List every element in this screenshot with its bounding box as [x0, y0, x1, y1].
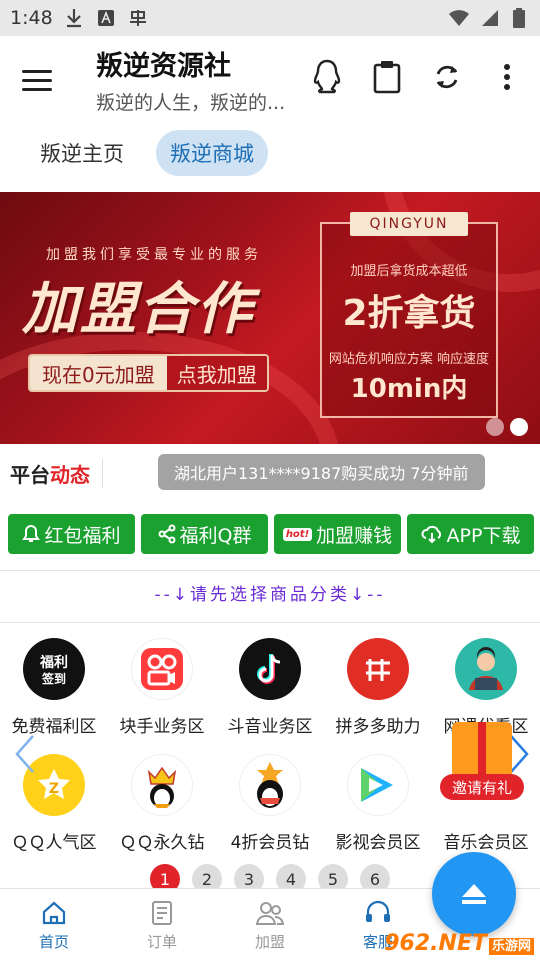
- app-subtitle: 叛逆的人生，叛逆的...: [96, 92, 286, 114]
- share-icon: [158, 524, 176, 544]
- video-vip-icon: [347, 754, 409, 816]
- more-vertical-icon[interactable]: [486, 56, 528, 98]
- qq-vip-icon: [239, 754, 301, 816]
- app-title: 叛逆资源社: [96, 51, 231, 82]
- svg-text:福利: 福利: [39, 654, 68, 671]
- banner-box-line2: 2折拿货: [342, 293, 476, 334]
- invite-label: 邀请有礼: [440, 774, 524, 800]
- banner-offer-box: QINGYUN 加盟后拿货成本超低 2折拿货 网站危机响应方案 响应速度 10m…: [320, 212, 498, 418]
- banner-dot-active[interactable]: [510, 418, 528, 436]
- banner-box-line3: 网站危机响应方案 响应速度: [328, 352, 490, 367]
- category-douyin[interactable]: 斗音业务区: [216, 632, 324, 748]
- clipboard-icon[interactable]: [366, 56, 408, 98]
- promo-banner[interactable]: 加盟我们享受最专业的服务 加盟合作 现在0元加盟 点我加盟 QINGYUN 加盟…: [0, 192, 540, 444]
- divider: [0, 570, 540, 571]
- nav-join[interactable]: 加盟: [216, 889, 324, 960]
- banner-join-button[interactable]: 现在0元加盟 点我加盟: [28, 354, 269, 392]
- banner-cta-right: 点我加盟: [166, 356, 267, 390]
- category-pinduoduo[interactable]: 拼多多助力: [324, 632, 432, 748]
- tab-mall[interactable]: 叛逆商城: [156, 130, 268, 176]
- battery-icon: [508, 7, 530, 29]
- join-earn-button[interactable]: hot! 加盟赚钱: [274, 514, 401, 554]
- category-tip: --↓请先选择商品分类↓--: [154, 585, 386, 605]
- pinduoduo-icon: [347, 638, 409, 700]
- platform-news: 平台动态 湖北用户131****9187购买成功 7分钟前: [0, 448, 540, 498]
- category-video-vip[interactable]: 影视会员区: [324, 748, 432, 864]
- orders-icon: [147, 899, 177, 927]
- category-vip-discount[interactable]: 4折会员钻: [216, 748, 324, 864]
- banner-cta-left: 现在0元加盟: [30, 356, 167, 390]
- app-download-button[interactable]: APP下载: [407, 514, 534, 554]
- signal-icon: [478, 7, 500, 29]
- status-time: 1:48: [10, 7, 53, 29]
- hot-badge: hot!: [282, 527, 313, 541]
- red-packet-button[interactable]: 红包福利: [8, 514, 135, 554]
- category-qq-diamond[interactable]: ＱＱ永久钻: [108, 748, 216, 864]
- eject-icon: [462, 884, 486, 904]
- refresh-icon[interactable]: [426, 56, 468, 98]
- category-free-welfare[interactable]: 福利 签到 免费福利区: [0, 632, 108, 748]
- status-bar: 1:48: [0, 0, 540, 36]
- grid-prev-arrow[interactable]: [14, 734, 36, 784]
- banner-box-line4: 10min内: [350, 374, 468, 404]
- qq-diamond-icon: [131, 754, 193, 816]
- qq-icon[interactable]: [306, 56, 348, 98]
- svg-text:Z: Z: [49, 781, 59, 797]
- news-label: 平台动态: [0, 458, 103, 488]
- nav-orders[interactable]: 订单: [108, 889, 216, 960]
- users-icon: [255, 899, 285, 927]
- tab-bar: 叛逆主页 叛逆商城: [26, 130, 268, 176]
- quick-links: 红包福利 福利Q群 hot! 加盟赚钱 APP下载: [8, 514, 534, 554]
- banner-headline: 加盟合作: [22, 277, 254, 342]
- news-message[interactable]: 湖北用户131****9187购买成功 7分钟前: [158, 454, 485, 490]
- banner-box-line1: 加盟后拿货成本超低: [350, 264, 468, 279]
- banner-pager: [486, 418, 528, 436]
- category-kuaishou[interactable]: 块手业务区: [108, 632, 216, 748]
- invite-gift-button[interactable]: 邀请有礼: [440, 722, 524, 806]
- scroll-top-button[interactable]: [432, 852, 516, 936]
- banner-dot[interactable]: [486, 418, 504, 436]
- divider: [0, 622, 540, 623]
- headset-icon: [363, 899, 393, 927]
- svg-text:签到: 签到: [41, 671, 66, 686]
- tab-home[interactable]: 叛逆主页: [26, 130, 138, 176]
- banner-box-tag: QINGYUN: [350, 212, 468, 236]
- site-watermark: 962.NET 乐游网: [384, 931, 534, 956]
- download-icon: [63, 7, 85, 29]
- menu-icon[interactable]: [22, 62, 58, 98]
- banner-service-line: 加盟我们享受最专业的服务: [46, 247, 262, 263]
- notification-a-icon: [95, 7, 117, 29]
- app-bar: 叛逆资源社 叛逆的人生，叛逆的...: [0, 36, 540, 124]
- online-course-icon: [455, 638, 517, 700]
- douyin-icon: [239, 638, 301, 700]
- bell-icon: [22, 524, 41, 542]
- cloud-download-icon: [421, 525, 441, 544]
- gift-icon: [452, 722, 512, 778]
- welfare-group-button[interactable]: 福利Q群: [141, 514, 268, 554]
- kuaishou-icon: [131, 638, 193, 700]
- app-notification-icon: [127, 7, 149, 29]
- free-welfare-icon: 福利 签到: [23, 638, 85, 700]
- nav-home[interactable]: 首页: [0, 889, 108, 960]
- home-icon: [39, 899, 69, 927]
- wifi-icon: [448, 7, 470, 29]
